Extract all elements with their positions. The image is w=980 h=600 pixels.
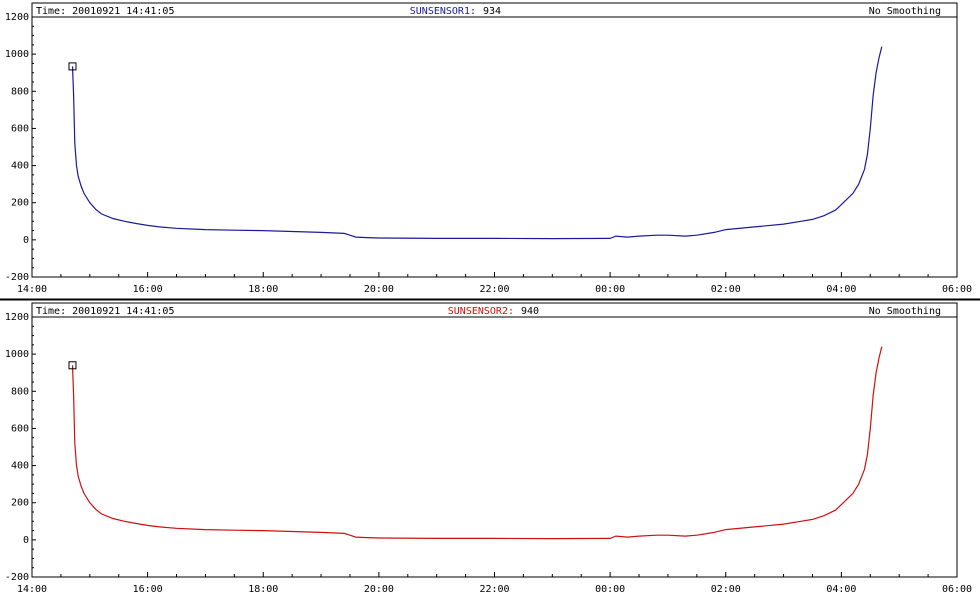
y-tick-label: 0	[23, 535, 29, 546]
x-tick-label: 06:00	[942, 284, 972, 295]
x-tick-label: 02:00	[711, 284, 741, 295]
y-axis: -200 0 200 400 600 800 1000 1200	[5, 312, 36, 583]
time-label: Time: 20010921 14:41:05	[36, 6, 174, 17]
x-tick-label: 04:00	[826, 584, 856, 595]
x-tick-label: 00:00	[595, 584, 625, 595]
sunsensor-charts: Time: 20010921 14:41:05 SUNSENSOR1: 934 …	[0, 2, 980, 595]
chart-panel-1: Time: 20010921 14:41:05 SUNSENSOR1: 934 …	[5, 2, 972, 295]
sensor-label: SUNSENSOR1:	[410, 6, 476, 17]
x-tick-label: 20:00	[364, 584, 394, 595]
y-tick-label: 400	[11, 161, 29, 172]
y-tick-label: 1000	[5, 349, 29, 360]
y-tick-label: 1000	[5, 49, 29, 60]
y-axis: -200 0 200 400 600 800 1000 1200	[5, 12, 36, 283]
y-tick-label: 600	[11, 423, 29, 434]
sensor-value: 940	[521, 306, 539, 317]
y-tick-label: 0	[23, 235, 29, 246]
x-tick-label: 20:00	[364, 284, 394, 295]
x-tick-label: 22:00	[479, 584, 509, 595]
y-tick-label: -200	[5, 572, 29, 583]
x-tick-label: 16:00	[133, 584, 163, 595]
y-tick-label: 1200	[5, 12, 29, 23]
y-tick-label: 800	[11, 86, 29, 97]
y-tick-label: 600	[11, 123, 29, 134]
x-tick-label: 06:00	[942, 584, 972, 595]
sensor-label: SUNSENSOR2:	[448, 306, 514, 317]
x-tick-label: 02:00	[711, 584, 741, 595]
x-tick-label: 00:00	[595, 284, 625, 295]
sensor-value: 934	[483, 6, 501, 17]
x-tick-label: 14:00	[17, 584, 47, 595]
x-tick-label: 22:00	[479, 284, 509, 295]
y-tick-label: 1200	[5, 312, 29, 323]
y-tick-label: 200	[11, 498, 29, 509]
y-tick-label: 200	[11, 198, 29, 209]
x-tick-label: 04:00	[826, 284, 856, 295]
x-tick-label: 18:00	[248, 284, 278, 295]
smoothing-label: No Smoothing	[869, 306, 941, 317]
x-tick-label: 16:00	[133, 284, 163, 295]
y-tick-label: 400	[11, 461, 29, 472]
smoothing-label: No Smoothing	[869, 6, 941, 17]
x-tick-label: 18:00	[248, 584, 278, 595]
y-tick-label: 800	[11, 386, 29, 397]
time-label: Time: 20010921 14:41:05	[36, 306, 174, 317]
chart-panel-2: Time: 20010921 14:41:05 SUNSENSOR2: 940 …	[5, 302, 972, 595]
y-tick-label: -200	[5, 272, 29, 283]
x-tick-label: 14:00	[17, 284, 47, 295]
